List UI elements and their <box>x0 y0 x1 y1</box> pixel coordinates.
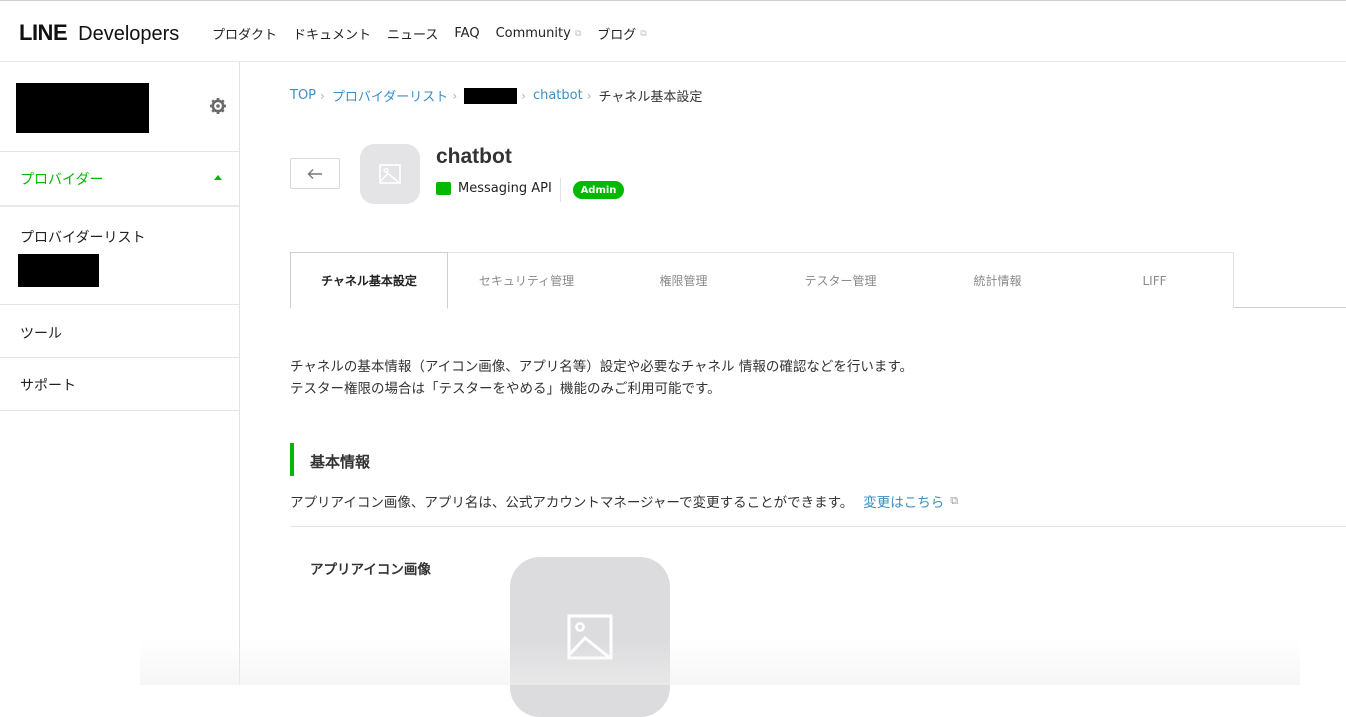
nav-documents-label: ドキュメント <box>293 28 372 43</box>
section-title: 基本情報 <box>310 453 371 471</box>
description-line-2: テスター権限の場合は「テスターをやめる」機能のみご利用可能です。 <box>290 381 721 397</box>
section-accent-bar <box>290 443 294 476</box>
nav-blog[interactable]: ブログ ⧉ <box>597 24 646 43</box>
sidebar-provider-toggle[interactable]: プロバイダー <box>0 152 239 205</box>
sidebar-provider-label: プロバイダー <box>20 171 104 188</box>
divider <box>0 410 239 411</box>
gear-icon[interactable] <box>208 96 228 116</box>
sidebar-item-support[interactable]: サポート <box>20 375 76 395</box>
role-badge: Admin <box>573 181 624 199</box>
breadcrumb-redacted-provider[interactable] <box>464 87 518 104</box>
breadcrumb-top[interactable]: TOP <box>290 88 316 103</box>
tab-basic-settings[interactable]: チャネル基本設定 <box>290 252 448 309</box>
nav-news[interactable]: ニュース <box>387 24 438 43</box>
tab-statistics[interactable]: 統計情報 <box>919 252 1077 308</box>
breadcrumb-current: チャネル基本設定 <box>598 90 703 105</box>
nav-products-label: プロダクト <box>212 28 278 43</box>
description-line-1: チャネルの基本情報（アイコン画像、アプリ名等）設定や必要なチャネル 情報の確認な… <box>290 359 913 375</box>
top-header: LINE Developers プロダクト ドキュメント ニュース FAQ Co… <box>0 0 1346 62</box>
channel-type-label: Messaging API <box>458 181 552 196</box>
chevron-right-icon: › <box>521 88 526 103</box>
redacted-provider-item[interactable] <box>18 254 99 287</box>
nav-news-label: ニュース <box>387 28 439 43</box>
tab-liff[interactable]: LIFF <box>1076 252 1234 308</box>
nav-faq[interactable]: FAQ <box>454 24 479 43</box>
tab-testers[interactable]: テスター管理 <box>762 252 920 308</box>
channel-tabs: チャネル基本設定 セキュリティ管理 権限管理 テスター管理 統計情報 LIFF <box>290 252 1346 309</box>
section-note: アプリアイコン画像、アプリ名は、公式アカウントマネージャーで変更することができま… <box>290 491 958 511</box>
channel-icon-placeholder <box>360 144 420 204</box>
app-icon-image[interactable] <box>510 557 670 717</box>
page-description: チャネルの基本情報（アイコン画像、アプリ名等）設定や必要なチャネル 情報の確認な… <box>290 356 913 400</box>
chevron-right-icon: › <box>320 88 325 103</box>
section-note-text: アプリアイコン画像、アプリ名は、公式アカウントマネージャーで変更することができま… <box>290 495 854 511</box>
external-link-icon: ⧉ <box>574 28 582 39</box>
caret-up-icon <box>214 175 222 180</box>
divider <box>290 526 1346 527</box>
nav-blog-label: ブログ <box>597 28 637 43</box>
app-icon-label: アプリアイコン画像 <box>310 562 431 578</box>
nav-community-label: Community <box>495 26 571 41</box>
channel-type: Messaging API <box>436 176 552 196</box>
breadcrumb-channel[interactable]: chatbot <box>533 88 583 103</box>
channel-name: chatbot <box>436 145 512 168</box>
tab-permissions[interactable]: 権限管理 <box>605 252 763 308</box>
arrow-left-icon <box>307 168 322 179</box>
messaging-api-icon <box>436 176 451 195</box>
sidebar-item-tools[interactable]: ツール <box>20 323 62 343</box>
divider <box>560 178 561 202</box>
divider <box>0 205 239 207</box>
image-icon <box>567 614 613 660</box>
nav-community[interactable]: Community ⧉ <box>496 24 582 43</box>
sidebar: プロバイダー プロバイダーリスト ツール サポート <box>0 62 240 685</box>
external-link-icon: ⧉ <box>640 28 647 39</box>
breadcrumb: TOP › プロバイダーリスト › › chatbot › チャネル基本設定 <box>290 86 702 105</box>
top-nav: プロダクト ドキュメント ニュース FAQ Community ⧉ ブログ ⧉ <box>212 24 663 43</box>
logo-developers-text: Developers <box>78 23 180 45</box>
redacted-provider-name <box>16 83 149 133</box>
nav-products[interactable]: プロダクト <box>212 24 277 43</box>
breadcrumb-provider-list[interactable]: プロバイダーリスト <box>332 86 448 105</box>
tab-security[interactable]: セキュリティ管理 <box>448 252 606 308</box>
logo-line-text: LINE <box>19 20 68 45</box>
bottom-fade <box>140 640 1300 685</box>
external-link-icon: ⧉ <box>950 494 959 507</box>
back-button[interactable] <box>290 158 340 189</box>
line-developers-logo[interactable]: LINE Developers <box>19 20 179 46</box>
sidebar-item-provider-list[interactable]: プロバイダーリスト <box>20 227 145 247</box>
divider <box>0 357 239 358</box>
chevron-right-icon: › <box>452 88 458 103</box>
image-icon <box>379 164 401 184</box>
nav-documents[interactable]: ドキュメント <box>293 24 371 43</box>
divider <box>0 304 239 305</box>
chevron-right-icon: › <box>586 88 592 103</box>
change-here-link[interactable]: 変更はこちら <box>863 491 944 511</box>
nav-faq-label: FAQ <box>454 26 480 41</box>
